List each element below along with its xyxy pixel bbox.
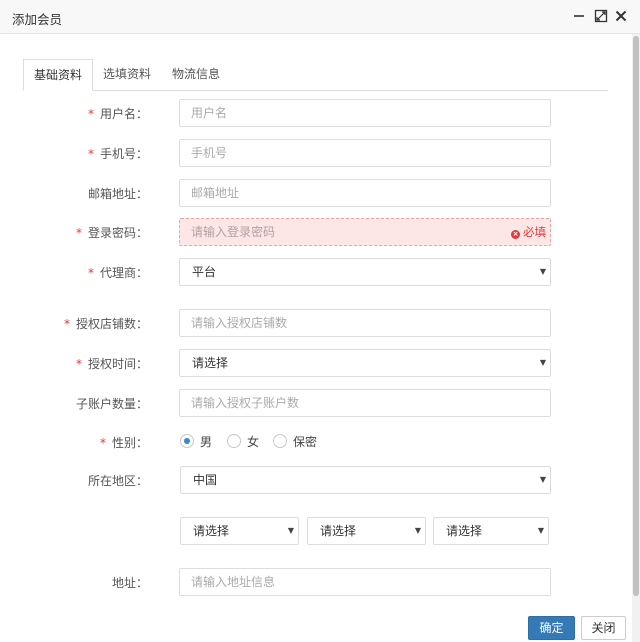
email-label: 邮箱地址： [87,187,148,201]
province-select-value: 请选择 [193,524,230,538]
auth-time-label: * 授权时间： [76,355,148,372]
radio-unchecked-icon [273,434,287,448]
required-mark: * [87,147,94,161]
province-select[interactable]: 请选择 ▼ [180,517,299,545]
chevron-down-icon: ▼ [287,526,294,535]
password-label: * 登录密码： [76,224,148,241]
required-mark: * [99,436,106,450]
auth-time-select[interactable]: 请选择 ▼ [179,349,551,377]
password-placeholder: 请输入登录密码 [191,225,276,239]
dialog-titlebar: 添加会员 [0,0,640,34]
sub-accounts-input[interactable]: 请输入授权子账户数 [179,389,551,417]
sub-accounts-label: 子账户数量： [75,397,148,411]
gender-radio-secret[interactable]: 保密 [273,432,323,452]
username-label-text: 用户名： [99,107,148,121]
district-select-value: 请选择 [446,524,483,538]
confirm-button[interactable]: 确定 [528,616,575,640]
phone-label: * 手机号： [88,145,148,162]
chevron-down-icon: ▼ [539,475,546,484]
gender-option-label: 男 [200,435,213,449]
district-select[interactable]: 请选择 ▼ [433,517,549,545]
required-mark: * [75,226,82,240]
address-label: 地址： [111,576,148,590]
phone-input[interactable]: 手机号 [179,139,551,167]
store-count-label-text: 授权店铺数： [75,317,148,331]
country-select-value: 中国 [193,473,218,487]
store-count-input[interactable]: 请输入授权店铺数 [179,309,551,337]
required-mark: * [75,357,82,371]
chevron-down-icon: ▼ [539,267,546,276]
chevron-down-icon: ▼ [539,358,546,367]
city-select[interactable]: 请选择 ▼ [307,517,426,545]
store-count-label: * 授权店铺数： [64,315,148,332]
email-input[interactable]: 邮箱地址 [179,179,551,207]
chevron-down-icon: ▼ [414,526,421,535]
agent-select[interactable]: 平台 ▼ [179,258,551,286]
error-icon: × [511,230,520,239]
tab-bar: 基础资料 选填资料 物流信息 [23,59,608,91]
close-button[interactable]: 关闭 [581,616,626,640]
username-label: * 用户名： [88,105,148,122]
required-mark: * [87,266,94,280]
username-input[interactable]: 用户名 [179,99,551,127]
maximize-icon[interactable] [594,9,608,23]
region-label: 所在地区： [87,474,148,488]
required-mark: * [63,317,70,331]
tab-basic-info[interactable]: 基础资料 [23,59,93,91]
password-input[interactable]: 请输入登录密码 × 必填 [179,218,551,246]
gender-label-text: 性别： [111,436,148,450]
agent-label-text: 代理商： [99,266,148,280]
radio-checked-icon [180,434,194,448]
gender-radio-male[interactable]: 男 [180,432,220,452]
agent-label: * 代理商： [88,264,148,281]
minimize-icon[interactable] [572,9,586,23]
chevron-down-icon: ▼ [537,526,544,535]
gender-radio-female[interactable]: 女 [227,432,267,452]
radio-unchecked-icon [227,434,241,448]
auth-time-label-text: 授权时间： [87,357,148,371]
tab-logistics-info[interactable]: 物流信息 [163,59,229,91]
gender-option-label: 保密 [293,435,318,449]
password-error-text: 必填 [523,225,546,239]
tab-optional-info[interactable]: 选填资料 [94,59,160,91]
auth-time-select-value: 请选择 [192,356,229,370]
gender-label: * 性别： [100,434,148,451]
password-label-text: 登录密码： [87,226,148,240]
address-input[interactable]: 请输入地址信息 [179,568,551,596]
dialog-title: 添加会员 [12,12,63,27]
agent-select-value: 平台 [192,265,217,279]
scrollbar-thumb[interactable] [633,36,639,596]
city-select-value: 请选择 [320,524,357,538]
close-icon[interactable] [614,9,628,23]
phone-label-text: 手机号： [99,147,148,161]
required-mark: * [87,107,94,121]
password-error-tip: × 必填 [511,219,546,245]
gender-option-label: 女 [247,435,260,449]
country-select[interactable]: 中国 ▼ [180,466,551,494]
vertical-scrollbar[interactable] [632,34,640,642]
